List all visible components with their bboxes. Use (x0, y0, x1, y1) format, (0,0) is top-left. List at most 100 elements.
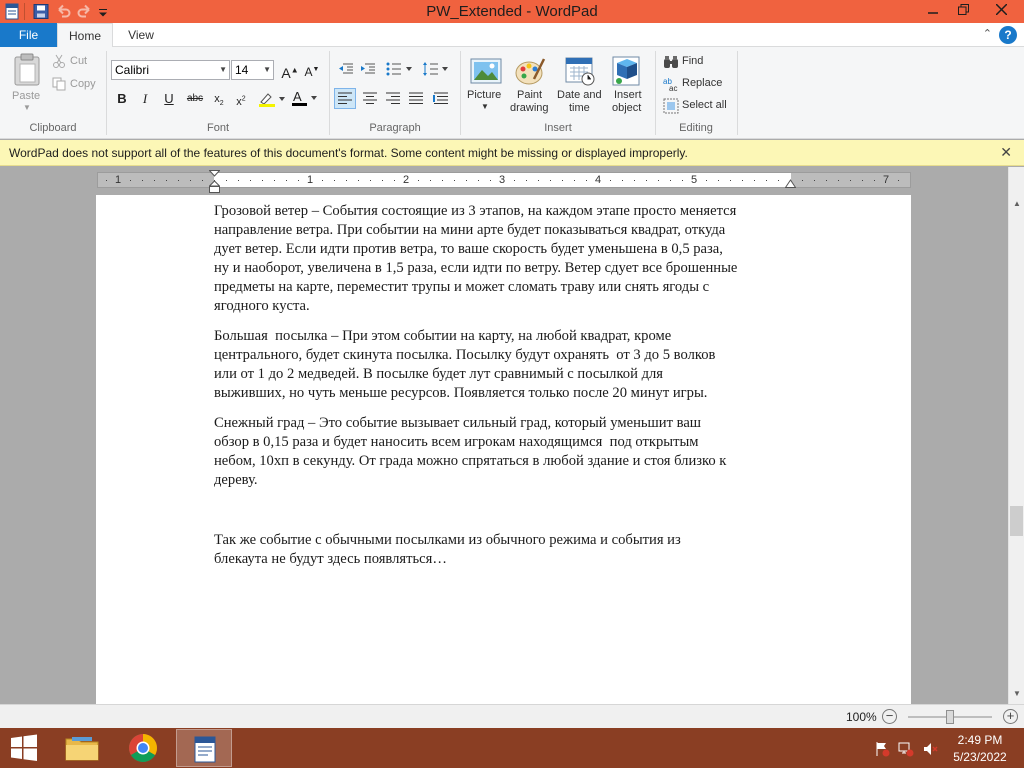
ruler-tick (394, 180, 395, 181)
italic-button[interactable]: I (135, 89, 155, 109)
ruler-tick (466, 180, 467, 181)
minimize-ribbon-icon[interactable]: ⌃ (983, 27, 992, 40)
ruler-number: 5 (691, 174, 698, 186)
decrease-indent-icon[interactable] (338, 61, 354, 77)
paragraph-thunder-wind[interactable]: Грозовой ветер – События состоящие из 3 … (214, 202, 794, 316)
title-bar: PW_Extended - WordPad (0, 0, 1024, 23)
close-warning-icon[interactable]: ✕ (1000, 144, 1012, 161)
select-all-button[interactable]: Select all (682, 99, 727, 111)
strikethrough-button[interactable]: abc (183, 89, 207, 109)
ruler-tick (862, 180, 863, 181)
font-family-combo[interactable]: Calibri ▼ (111, 60, 230, 80)
zoom-out-icon[interactable]: − (882, 709, 897, 724)
close-button[interactable] (980, 0, 1022, 21)
paint-drawing-label-2[interactable]: drawing (510, 102, 549, 114)
paragraph-big-package[interactable]: Большая посылка – При этом событии на ка… (214, 327, 794, 403)
zoom-in-icon[interactable]: + (1003, 709, 1018, 724)
ruler-tick (358, 180, 359, 181)
restore-icon (957, 4, 969, 15)
clock-time[interactable]: 2:49 PM (950, 733, 1010, 747)
paste-dropdown-icon[interactable]: ▼ (23, 103, 31, 112)
insert-group-label: Insert (544, 122, 572, 134)
replace-button[interactable]: Replace (682, 77, 722, 89)
scrollbar-thumb[interactable] (1010, 506, 1023, 536)
copy-icon[interactable] (52, 77, 66, 91)
start-button[interactable] (0, 728, 48, 768)
ruler-tick (298, 180, 299, 181)
help-icon[interactable]: ? (999, 26, 1017, 44)
cut-icon[interactable] (52, 54, 66, 68)
ribbon: Paste ▼ Cut Copy Clipboard Calibri ▼ 14 … (0, 47, 1024, 139)
scroll-down-icon[interactable]: ▼ (1009, 686, 1024, 702)
paint-drawing-icon[interactable] (514, 55, 546, 87)
cut-button[interactable]: Cut (70, 55, 87, 67)
picture-button[interactable]: Picture (467, 89, 501, 101)
insert-object-label-1[interactable]: Insert (614, 89, 642, 101)
find-button[interactable]: Find (682, 55, 703, 67)
insert-object-icon[interactable] (611, 55, 643, 87)
line-spacing-icon[interactable] (422, 61, 450, 77)
font-size-combo[interactable]: 14 ▼ (231, 60, 274, 80)
find-icon[interactable] (663, 54, 679, 70)
paste-icon[interactable] (12, 53, 42, 87)
align-left-button[interactable] (334, 88, 356, 109)
bold-icon: B (117, 91, 127, 106)
text-line: Грозовой ветер – События состоящие из 3 … (214, 203, 737, 219)
date-time-label-1[interactable]: Date and (557, 89, 602, 101)
grow-font-button[interactable]: A▲ (280, 60, 300, 81)
tab-file[interactable]: File (0, 23, 57, 47)
ruler[interactable]: 1 1 2 3 4 5 7 (0, 167, 1008, 195)
action-center-flag-icon[interactable] (874, 741, 890, 757)
paragraph-snow-hail[interactable]: Снежный град – Это событие вызывает силь… (214, 414, 794, 490)
ruler-tick (634, 180, 635, 181)
highlight-icon[interactable] (258, 91, 288, 107)
taskbar-wordpad[interactable] (176, 729, 232, 767)
format-warning-bar: WordPad does not support all of the feat… (0, 140, 1024, 166)
subscript-button[interactable]: x2 (209, 89, 229, 109)
ruler-tick (238, 180, 239, 181)
text-line: ягодного куста. (214, 298, 310, 314)
select-all-icon[interactable] (663, 98, 679, 114)
tab-home[interactable]: Home (57, 23, 113, 48)
taskbar-file-explorer[interactable] (54, 729, 110, 767)
indent-markers-icon[interactable] (209, 170, 220, 194)
underline-button[interactable]: U (159, 89, 179, 109)
align-right-icon[interactable] (383, 89, 403, 108)
volume-muted-icon[interactable] (922, 741, 938, 757)
tab-view[interactable]: View (113, 23, 169, 48)
text-line: дереву. (214, 472, 258, 488)
increase-indent-icon[interactable] (360, 61, 376, 77)
date-time-label-2[interactable]: time (569, 102, 590, 114)
paste-button[interactable]: Paste (12, 90, 40, 102)
minimize-button[interactable] (918, 0, 948, 21)
zoom-slider-thumb[interactable] (946, 710, 954, 724)
align-center-icon[interactable] (360, 89, 380, 108)
document-page[interactable]: Грозовой ветер – События состоящие из 3 … (96, 195, 911, 704)
text-color-icon[interactable]: A (291, 90, 321, 107)
paint-drawing-label-1[interactable]: Paint (517, 89, 542, 101)
date-time-icon[interactable] (564, 55, 596, 87)
paragraph-ordinary-packages[interactable]: Так же событие с обычными посылками из о… (214, 531, 794, 569)
bullets-icon[interactable] (386, 61, 416, 77)
ruler-tick (382, 180, 383, 181)
justify-icon[interactable] (406, 89, 426, 108)
copy-button[interactable]: Copy (70, 78, 96, 90)
clock-date[interactable]: 5/23/2022 (950, 750, 1010, 764)
right-indent-marker-icon[interactable] (785, 179, 796, 188)
ruler-tick (682, 180, 683, 181)
taskbar-chrome[interactable] (115, 729, 171, 767)
folder-icon (65, 737, 99, 761)
bold-button[interactable]: B (112, 89, 132, 109)
shrink-font-button[interactable]: A▼ (302, 60, 322, 80)
network-icon[interactable] (898, 741, 914, 757)
picture-dropdown-icon[interactable]: ▼ (481, 102, 489, 111)
scroll-up-icon[interactable]: ▲ (1009, 196, 1024, 212)
picture-icon[interactable] (470, 55, 502, 87)
insert-object-label-2[interactable]: object (612, 102, 641, 114)
document-area[interactable]: Грозовой ветер – События состоящие из 3 … (0, 195, 1008, 704)
replace-icon[interactable]: ab ac (663, 76, 679, 92)
superscript-button[interactable]: x2 (231, 89, 251, 109)
paragraph-settings-icon[interactable] (431, 89, 451, 108)
restore-button[interactable] (948, 0, 978, 21)
vertical-scrollbar[interactable]: ▲ ▼ (1008, 167, 1024, 704)
